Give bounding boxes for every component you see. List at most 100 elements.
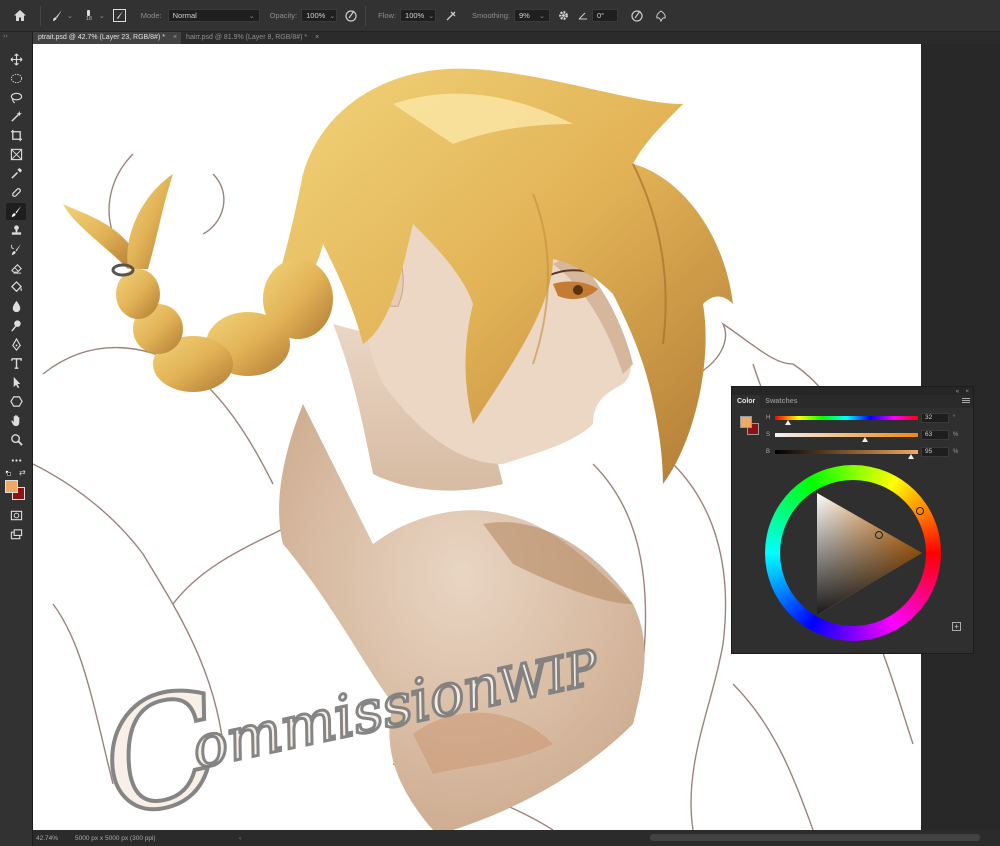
mode-value: Normal [172, 11, 197, 20]
color-triangle[interactable] [765, 465, 941, 641]
quick-mask-icon[interactable] [6, 507, 26, 524]
saturation-slider[interactable]: S 63 % [766, 430, 966, 442]
opacity-label: Opacity: [269, 11, 298, 20]
brightness-label: B [766, 449, 771, 455]
eraser-icon[interactable] [6, 260, 26, 277]
zoom-tool-icon[interactable] [6, 431, 26, 448]
hue-unit: ° [953, 415, 956, 421]
crop-tool-icon[interactable] [6, 127, 26, 144]
hue-value[interactable]: 32 [921, 413, 949, 423]
hue-slider[interactable]: H 32 ° [766, 413, 966, 425]
healing-brush-icon[interactable] [6, 184, 26, 201]
saturation-label: S [766, 432, 771, 438]
mode-dropdown[interactable]: Normal ⌄ [167, 9, 260, 22]
panel-foreground-swatch[interactable] [740, 416, 752, 428]
opacity-input[interactable]: 100% ⌄ [301, 9, 338, 22]
brightness-track[interactable] [775, 450, 918, 454]
type-tool-icon[interactable] [6, 355, 26, 372]
gear-icon[interactable] [554, 10, 572, 21]
close-panel-icon[interactable]: × [965, 388, 969, 395]
brush-tool-icon[interactable] [6, 203, 26, 220]
chevron-down-icon: ⌄ [248, 12, 255, 20]
tab-hairr[interactable]: hairr.psd @ 81.9% (Layer 8, RGB/8#) * × [181, 32, 324, 44]
airbrush-icon[interactable] [442, 10, 460, 22]
clone-stamp-icon[interactable] [6, 222, 26, 239]
chevron-down-icon: ⌄ [539, 12, 545, 20]
toolbar-collapse-icon[interactable]: ›› [0, 32, 32, 42]
close-icon[interactable]: × [173, 32, 177, 44]
separator [40, 5, 41, 26]
home-icon[interactable] [6, 4, 34, 28]
swap-colors-icon[interactable]: ⇄ [19, 468, 26, 477]
path-selection-icon[interactable] [6, 374, 26, 391]
color-wheel[interactable] [765, 465, 941, 641]
marquee-tool-icon[interactable] [6, 70, 26, 87]
tab-ptrait[interactable]: ptrait.psd @ 42.7% (Layer 23, RGB/8#) * … [33, 32, 182, 44]
shape-tool-icon[interactable] [6, 393, 26, 410]
lasso-tool-icon[interactable] [6, 89, 26, 106]
close-icon[interactable]: × [315, 32, 319, 44]
brush-size-picker[interactable]: 18 [83, 9, 95, 22]
brush-size-value: 18 [85, 15, 92, 22]
pressure-size-icon[interactable] [628, 9, 646, 22]
hue-track[interactable] [775, 416, 918, 420]
default-colors-icon[interactable] [5, 470, 12, 477]
flow-input[interactable]: 100% ⌄ [400, 9, 437, 22]
saturation-unit: % [953, 432, 959, 438]
smoothing-value: 9% [519, 11, 530, 20]
add-swatch-icon[interactable]: + [952, 622, 961, 631]
hand-tool-icon[interactable] [6, 412, 26, 429]
screen-mode-icon[interactable] [6, 526, 26, 543]
smoothing-input[interactable]: 9% ⌄ [514, 9, 550, 22]
options-bar: ⌄ 18 ⌄ Mode: Normal ⌄ Opacity: 100% ⌄ Fl… [0, 0, 1000, 32]
brightness-value[interactable]: 95 [921, 447, 949, 457]
hue-ring-marker [916, 507, 924, 515]
panel-tabs: Color Swatches [732, 395, 973, 408]
document-info: 5000 px x 5000 px (300 ppi) [75, 834, 156, 842]
frame-tool-icon[interactable] [6, 146, 26, 163]
brush-settings-panel-icon[interactable] [113, 9, 127, 23]
chevron-down-icon: ⌄ [428, 12, 435, 20]
flow-value: 100% [405, 11, 425, 20]
blur-tool-icon[interactable] [6, 298, 26, 315]
hair-tie [111, 263, 135, 277]
panel-header: « × [732, 387, 973, 395]
saturation-thumb[interactable] [862, 437, 869, 442]
opacity-value: 100% [306, 11, 326, 20]
pen-tool-icon[interactable] [6, 336, 26, 353]
angle-input[interactable]: 0° [592, 9, 618, 22]
foreground-color-swatch[interactable] [5, 480, 18, 493]
panel-menu-icon[interactable] [962, 397, 970, 405]
tools-panel: ›› ⇄ [0, 32, 33, 846]
symmetry-icon[interactable] [652, 9, 670, 22]
angle-value: 0° [597, 11, 605, 20]
magic-wand-icon[interactable] [6, 108, 26, 125]
status-arrow-icon[interactable]: ‹ [239, 835, 241, 842]
tab-color[interactable]: Color [732, 395, 761, 408]
paint-bucket-icon[interactable] [6, 279, 26, 296]
brush-preset-caret[interactable]: ⌄ [67, 12, 73, 20]
brush-size-caret[interactable]: ⌄ [99, 12, 105, 20]
collapse-panel-icon[interactable]: « [956, 388, 960, 395]
chevron-down-icon: ⌄ [329, 12, 336, 20]
pressure-opacity-icon[interactable] [343, 9, 359, 22]
dodge-tool-icon[interactable] [6, 317, 26, 334]
saturation-value[interactable]: 63 [921, 430, 949, 440]
brightness-slider[interactable]: B 95 % [766, 447, 966, 459]
saturation-track[interactable] [775, 433, 918, 437]
photoshop-window: ⌄ 18 ⌄ Mode: Normal ⌄ Opacity: 100% ⌄ Fl… [0, 0, 1000, 846]
move-tool-icon[interactable] [6, 51, 26, 68]
more-tools-icon[interactable] [6, 452, 26, 469]
brightness-thumb[interactable] [907, 454, 914, 459]
zoom-level[interactable]: 42.74% [33, 835, 75, 842]
smoothing-label: Smoothing: [472, 11, 510, 20]
color-panel: « × Color Swatches H 32 ° S 63 % B 95 % … [731, 386, 974, 654]
history-brush-icon[interactable] [6, 241, 26, 258]
hue-thumb[interactable] [784, 420, 791, 425]
document-tabs: ptrait.psd @ 42.7% (Layer 23, RGB/8#) * … [33, 32, 1000, 44]
brush-preset-icon[interactable] [47, 9, 67, 22]
horizontal-scrollbar[interactable] [650, 834, 980, 841]
eyedropper-icon[interactable] [6, 165, 26, 182]
tab-swatches[interactable]: Swatches [760, 395, 802, 408]
status-bar: 42.74% 5000 px x 5000 px (300 ppi) ‹ [33, 830, 1000, 846]
